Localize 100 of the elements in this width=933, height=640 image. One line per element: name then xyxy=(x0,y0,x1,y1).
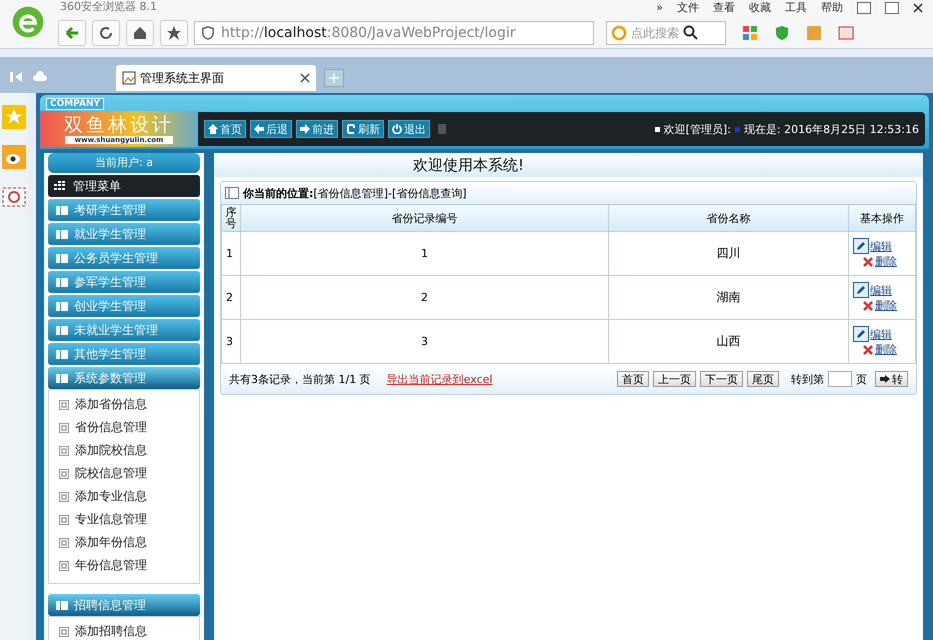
grid-icon[interactable] xyxy=(742,25,758,41)
book-icon xyxy=(56,230,68,238)
welcome-text: 欢迎[管理员]: xyxy=(664,122,731,136)
menu-item[interactable]: 添加院校信息 xyxy=(49,439,153,462)
delete-icon[interactable] xyxy=(863,344,873,354)
delete-link[interactable]: 删除 xyxy=(875,254,897,269)
page-suffix: 页 xyxy=(856,372,867,386)
page-icon xyxy=(59,626,69,636)
page-icon xyxy=(59,468,69,478)
page-input[interactable] xyxy=(828,371,852,387)
menu-title: 管理菜单 xyxy=(73,178,121,194)
nav-button[interactable]: 刷新 xyxy=(342,120,384,138)
record-summary: 共有3条记录，当前第 1/1 页 xyxy=(229,372,371,386)
table-cell: 3 xyxy=(222,320,240,364)
search-icon[interactable] xyxy=(683,25,699,41)
page-icon xyxy=(59,400,69,410)
edit-link[interactable]: 编辑 xyxy=(870,282,892,298)
menu-item[interactable]: 院校信息管理 xyxy=(49,462,153,485)
book-icon xyxy=(56,600,68,610)
edit-icon[interactable] xyxy=(853,238,869,254)
arrow-left-icon xyxy=(64,25,80,41)
edit-link[interactable]: 编辑 xyxy=(870,326,892,342)
arrow-left-icon xyxy=(254,124,264,134)
home-button[interactable] xyxy=(126,20,154,46)
browser-title: 360安全浏览器 8.1 xyxy=(60,0,157,14)
minimize-button[interactable] xyxy=(857,2,871,14)
delete-link[interactable]: 删除 xyxy=(875,342,897,357)
nav-button[interactable]: 首页 xyxy=(204,120,246,138)
table-cell: 2 xyxy=(222,276,240,320)
column-header: 序号 xyxy=(222,204,240,232)
grid-icon xyxy=(54,181,68,191)
export-link[interactable]: 导出当前记录到excel xyxy=(386,372,492,386)
address-field[interactable]: http://localhost:8080/JavaWebProject/logir xyxy=(194,21,594,45)
book-icon xyxy=(56,350,68,358)
edit-link[interactable]: 编辑 xyxy=(870,238,892,254)
menu-item[interactable]: 添加年份信息 xyxy=(49,531,153,554)
refresh-icon xyxy=(346,124,356,134)
page-icon xyxy=(59,492,69,502)
refresh-icon xyxy=(98,25,114,41)
menu-item[interactable]: 添加省份信息 xyxy=(49,393,153,416)
home-icon xyxy=(208,124,218,134)
table-cell: 四川 xyxy=(608,232,848,276)
menu-item[interactable]: 工具 xyxy=(785,0,807,15)
delete-icon[interactable] xyxy=(863,256,873,266)
page-icon xyxy=(59,446,69,456)
menu-item[interactable]: 省份信息管理 xyxy=(49,416,153,439)
menu-item[interactable]: 查看 xyxy=(713,0,735,15)
menu-item[interactable]: 帮助 xyxy=(821,0,843,15)
book-icon xyxy=(56,278,68,286)
back-button[interactable] xyxy=(58,20,86,46)
menu-item[interactable]: 收藏 xyxy=(749,0,771,15)
breadcrumb: 你当前的位置:[省份信息管理]-[省份信息查询] xyxy=(243,186,467,200)
menu-item[interactable]: 专业信息管理 xyxy=(49,508,153,531)
delete-link[interactable]: 删除 xyxy=(875,298,897,313)
eye-icon[interactable] xyxy=(2,145,26,169)
favorite-button[interactable] xyxy=(160,20,188,46)
edit-icon[interactable] xyxy=(853,282,869,298)
sidebar-toggle-icon[interactable] xyxy=(8,69,24,85)
current-user-bar: 当前用户: a xyxy=(48,153,200,173)
pager-button[interactable]: 首页 xyxy=(617,371,649,387)
close-icon[interactable] xyxy=(300,73,310,83)
table-cell: 2 xyxy=(240,276,608,320)
column-header: 省份记录编号 xyxy=(240,204,608,232)
book-icon xyxy=(56,254,68,262)
column-header: 省份名称 xyxy=(608,204,848,232)
goto-label: 转到第 xyxy=(791,372,824,386)
new-tab-button[interactable] xyxy=(324,69,344,87)
table-cell: 1 xyxy=(240,232,608,276)
go-button[interactable]: 转 xyxy=(875,371,908,387)
shield-icon xyxy=(201,26,215,40)
nav-button[interactable]: 前进 xyxy=(296,120,338,138)
plus-icon xyxy=(329,73,339,83)
square-icon[interactable] xyxy=(838,25,854,41)
nav-button[interactable]: 后退 xyxy=(250,120,292,138)
pager-button[interactable]: 尾页 xyxy=(747,371,779,387)
company-label: COMPANY xyxy=(46,98,104,110)
delete-icon[interactable] xyxy=(863,300,873,310)
shield-icon[interactable] xyxy=(774,25,790,41)
menu-item[interactable]: » xyxy=(656,1,663,14)
edit-icon[interactable] xyxy=(853,326,869,342)
maximize-button[interactable] xyxy=(885,2,899,14)
page-icon xyxy=(59,560,69,570)
column-header: 基本操作 xyxy=(848,204,916,232)
mail-icon[interactable] xyxy=(2,185,26,209)
power-icon xyxy=(392,124,402,134)
menu-item[interactable]: 添加专业信息 xyxy=(49,485,153,508)
book-icon xyxy=(56,302,68,310)
pager-button[interactable]: 下一页 xyxy=(700,371,743,387)
menu-item[interactable]: 文件 xyxy=(677,0,699,15)
pager-button[interactable]: 上一页 xyxy=(653,371,696,387)
arrow-right-icon xyxy=(300,124,310,134)
close-icon[interactable] xyxy=(913,2,923,12)
home-icon xyxy=(132,25,148,41)
ring-icon xyxy=(611,25,627,41)
browser-tab[interactable]: 管理系统主界面 xyxy=(116,65,316,91)
menu-item[interactable]: 年份信息管理 xyxy=(49,554,153,577)
nav-button[interactable]: 退出 xyxy=(388,120,430,138)
refresh-button[interactable] xyxy=(92,20,120,46)
grip-icon xyxy=(438,124,446,134)
book-icon xyxy=(56,374,68,382)
